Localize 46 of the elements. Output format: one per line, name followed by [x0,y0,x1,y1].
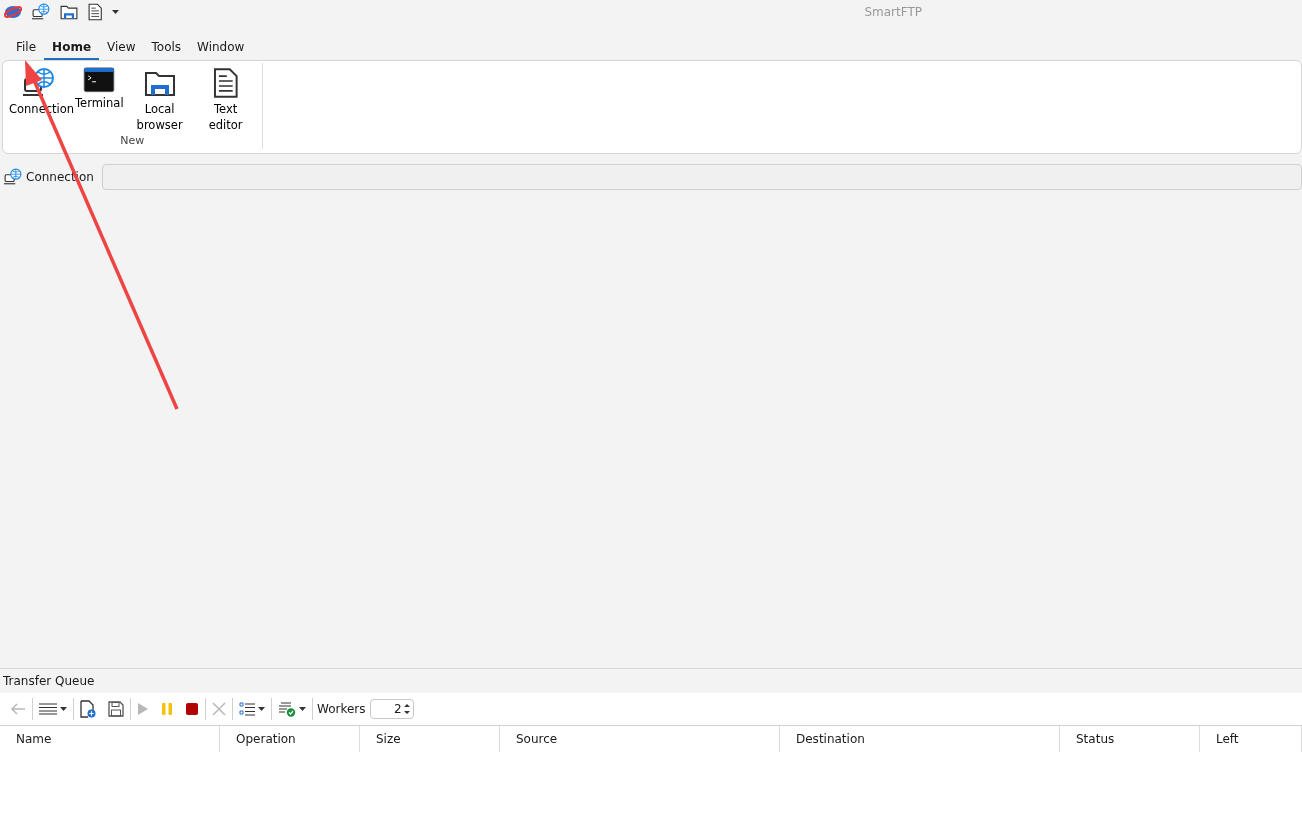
menu-tab[interactable]: Window [189,40,253,60]
globe-computer-icon [4,168,22,186]
panel-title: Transfer Queue [3,674,95,688]
list-check-icon [278,701,296,717]
window-title: SmartFTP [864,5,922,19]
stop-icon [185,702,199,716]
folder-icon [60,3,78,21]
column-header[interactable]: Left [1200,726,1302,752]
column-header[interactable]: Source [500,726,780,752]
workers-label: Workers [316,702,367,716]
quick-access-button[interactable] [112,10,120,14]
list-icon [39,703,57,715]
menu-tab[interactable]: Tools [143,40,190,60]
column-header[interactable]: Size [360,726,500,752]
address-field[interactable] [101,164,1302,190]
caret-icon [112,10,120,14]
quick-access-button[interactable] [88,3,103,21]
spinner-arrows-icon [403,703,410,715]
document-icon [212,67,239,99]
terminal-icon [83,67,116,93]
column-header[interactable]: Operation [220,726,360,752]
save-icon [108,701,124,717]
app-logo-icon [4,4,22,20]
pause-icon [161,702,173,716]
quick-access-button[interactable] [60,3,78,21]
ribbon-button[interactable]: Terminal [75,67,124,111]
workers-spinner[interactable]: 2 [369,699,414,719]
checklist-icon [239,702,255,716]
document-icon [88,3,103,21]
group-label: New [120,134,145,147]
column-header[interactable]: Status [1060,726,1200,752]
globe-computer-icon [32,3,50,21]
caret-icon [258,707,265,711]
quick-access-button[interactable] [32,3,50,21]
back-arrow-icon [10,702,26,716]
column-header[interactable]: Name [0,726,220,752]
menu-tab[interactable]: File [8,40,45,60]
caret-icon [60,707,67,711]
ribbon-button[interactable]: Local browser [129,67,190,133]
ribbon-button[interactable]: Text editor [195,67,256,133]
close-icon [212,702,226,716]
caret-icon [299,707,306,711]
menu-tab[interactable]: View [99,40,144,60]
column-header[interactable]: Destination [780,726,1060,752]
new-file-icon [80,700,96,718]
play-icon [137,702,149,716]
